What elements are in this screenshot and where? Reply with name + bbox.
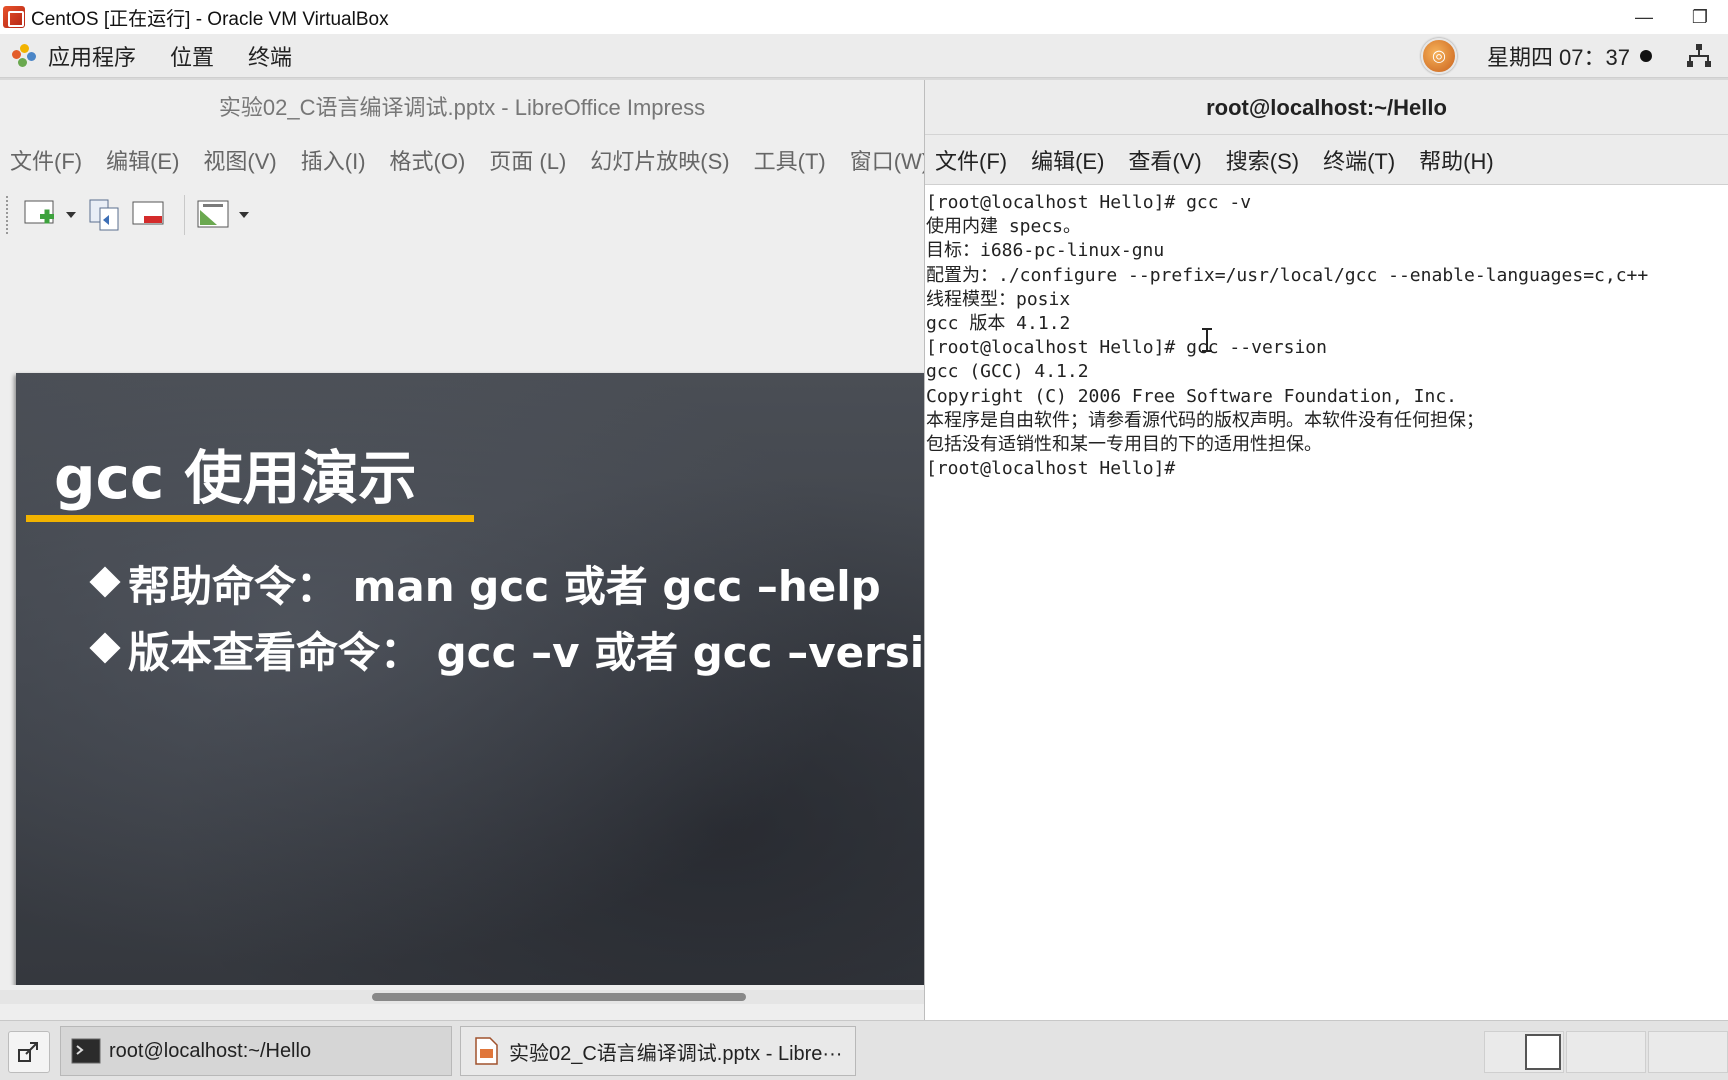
terminal-line: Copyright (C) 2006 Free Software Foundat… <box>926 385 1458 407</box>
terminal-line: 使用内建 specs。 <box>926 216 1082 238</box>
terminal-line: 配置为：./configure --prefix=/usr/local/gcc … <box>926 264 1649 286</box>
places-menu[interactable]: 位置 <box>170 40 214 72</box>
impress-toolbar <box>0 185 924 245</box>
workspace-3[interactable] <box>1648 1031 1728 1073</box>
duplicate-slide-icon[interactable] <box>86 196 124 234</box>
terminal-menu-terminal[interactable]: 终端(T) <box>1323 144 1395 176</box>
terminal-menu-edit[interactable]: 编辑(E) <box>1031 144 1104 176</box>
slide-bullet-1: 帮助命令： man gcc 或者 gcc –help <box>89 553 881 614</box>
vbox-window-title: CentOS [正在运行] - Oracle VM VirtualBox <box>31 8 389 30</box>
slide-title: gcc 使用演示 <box>54 444 417 512</box>
toolbar-grip[interactable] <box>6 196 10 234</box>
taskbar-item-impress[interactable]: 实验02_C语言编译调试.pptx - Libre··· <box>460 1026 856 1076</box>
slide-bullet-2: 版本查看命令： gcc –v 或者 gcc –version <box>89 619 924 680</box>
gnome-foot-icon[interactable] <box>12 43 36 68</box>
terminal-line: gcc 版本 4.1.2 <box>926 312 1071 334</box>
slide-workspace[interactable]: gcc 使用演示 帮助命令： man gcc 或者 gcc –help 版本查看… <box>0 265 924 985</box>
toolbar-separator <box>184 195 185 235</box>
terminal-menu-help[interactable]: 帮助(H) <box>1419 144 1494 176</box>
bullet-diamond-icon <box>89 632 121 664</box>
impress-menu-slideshow[interactable]: 幻灯片放映(S) <box>590 144 729 176</box>
workspace-2[interactable] <box>1566 1031 1646 1073</box>
impress-menu-tools[interactable]: 工具(T) <box>754 144 826 176</box>
workspace-1[interactable] <box>1484 1031 1564 1073</box>
terminal-line: 目标：i686-pc-linux-gnu <box>926 240 1165 262</box>
impress-menu-insert[interactable]: 插入(I) <box>301 144 366 176</box>
terminal-line: 线程模型：posix <box>926 288 1071 310</box>
terminal-menubar: 文件(F) 编辑(E) 查看(V) 搜索(S) 终端(T) 帮助(H) <box>925 135 1728 185</box>
impress-menu-window[interactable]: 窗口(W) <box>850 144 924 176</box>
workspace-switcher <box>1482 1031 1728 1073</box>
scrollbar-thumb[interactable] <box>372 993 746 1001</box>
taskbar-item-impress-label: 实验02_C语言编译调试.pptx - Libre··· <box>509 1042 843 1065</box>
slide-layout-icon[interactable] <box>195 196 233 234</box>
impress-menu-file[interactable]: 文件(F) <box>10 144 82 176</box>
vbox-titlebar: CentOS [正在运行] - Oracle VM VirtualBox — ❐ <box>0 0 1728 34</box>
notification-icon[interactable]: ◎ <box>1420 38 1457 74</box>
show-desktop-button[interactable] <box>8 1031 50 1073</box>
terminal-line: [root@localhost Hello]# gcc -v <box>926 192 1252 213</box>
ibeam-cursor-icon <box>1202 328 1212 352</box>
applications-menu[interactable]: 应用程序 <box>48 40 136 72</box>
impress-window-title: 实验02_C语言编译调试.pptx - LibreOffice Impress <box>218 95 706 120</box>
virtualbox-logo-icon <box>3 6 25 28</box>
minimize-button[interactable]: — <box>1616 0 1672 34</box>
gnome-top-panel: 应用程序 位置 终端 ◎ 星期四 07：37 <box>0 34 1728 78</box>
terminal-window: root@localhost:~/Hello 文件(F) 编辑(E) 查看(V)… <box>924 80 1728 1020</box>
restore-button[interactable]: ❐ <box>1672 0 1728 34</box>
impress-horizontal-scrollbar[interactable] <box>0 990 924 1004</box>
terminal-prompt-line: [root@localhost Hello]# <box>926 458 1176 480</box>
clock[interactable]: 星期四 07：37 <box>1487 40 1630 72</box>
impress-menu-edit[interactable]: 编辑(E) <box>106 144 179 176</box>
terminal-menu-file[interactable]: 文件(F) <box>935 144 1007 176</box>
impress-menu-view[interactable]: 视图(V) <box>203 144 276 176</box>
slide-title-underline <box>26 515 474 522</box>
terminal-output[interactable]: [root@localhost Hello]# gcc -v 使用内建 spec… <box>925 185 1728 481</box>
terminal-menu-view[interactable]: 查看(V) <box>1128 144 1201 176</box>
new-slide-icon[interactable] <box>22 196 60 234</box>
terminal-window-title: root@localhost:~/Hello <box>925 80 1728 135</box>
impress-menubar: 文件(F) 编辑(E) 视图(V) 插入(I) 格式(O) 页面 (L) 幻灯片… <box>0 135 924 185</box>
impress-window: 实验02_C语言编译调试.pptx - LibreOffice Impress … <box>0 80 924 1020</box>
impress-document-icon <box>471 1036 501 1066</box>
slide-bullet-1-text: 帮助命令： man gcc 或者 gcc –help <box>128 562 881 611</box>
new-slide-dropdown-icon[interactable] <box>66 212 76 218</box>
taskbar-item-terminal[interactable]: root@localhost:~/Hello <box>60 1026 452 1076</box>
bottom-taskbar: root@localhost:~/Hello 实验02_C语言编译调试.pptx… <box>0 1020 1728 1080</box>
status-dot-icon <box>1640 50 1652 62</box>
terminal-app-icon <box>71 1036 101 1066</box>
terminal-launcher[interactable]: 终端 <box>248 40 292 72</box>
slide-layout-dropdown-icon[interactable] <box>239 212 249 218</box>
impress-menu-format[interactable]: 格式(O) <box>390 144 466 176</box>
bullet-diamond-icon <box>89 566 121 598</box>
impress-menu-page[interactable]: 页面 (L) <box>489 144 566 176</box>
slide-bullet-2-text: 版本查看命令： gcc –v 或者 gcc –version <box>128 628 924 677</box>
terminal-menu-search[interactable]: 搜索(S) <box>1226 144 1299 176</box>
terminal-line: 本程序是自由软件；请参看源代码的版权声明。本软件没有任何担保； <box>926 409 1484 431</box>
network-icon[interactable] <box>1686 43 1712 69</box>
terminal-line: [root@localhost Hello]# gcc --version <box>926 337 1327 359</box>
delete-slide-icon[interactable] <box>130 196 168 234</box>
terminal-line: 包括没有适销性和某一专用目的下的适用性担保。 <box>926 433 1322 455</box>
slide-canvas[interactable]: gcc 使用演示 帮助命令： man gcc 或者 gcc –help 版本查看… <box>16 373 924 985</box>
taskbar-item-terminal-label: root@localhost:~/Hello <box>109 1039 312 1062</box>
terminal-line: gcc (GCC) 4.1.2 <box>926 361 1089 383</box>
